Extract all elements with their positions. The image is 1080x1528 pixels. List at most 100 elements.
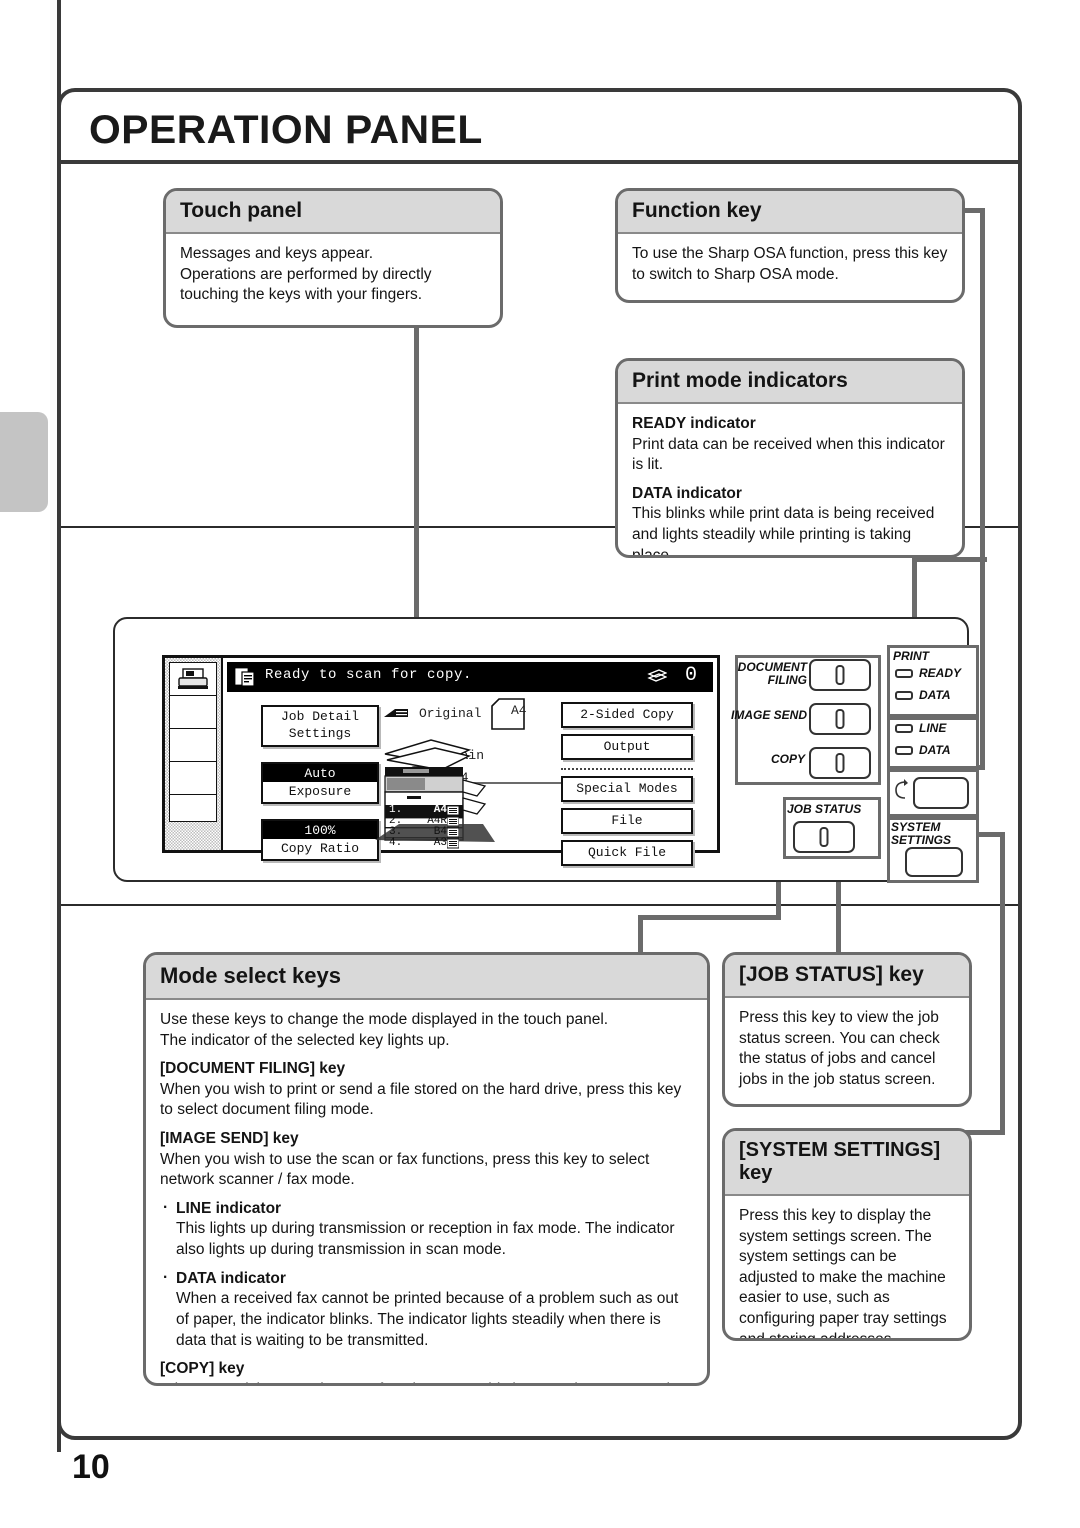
key-quick-file[interactable]: Quick File — [561, 840, 693, 866]
tray-number: 4. — [389, 837, 403, 849]
chapter-tab-marker — [0, 412, 48, 512]
doc-filing-key-title: [DOCUMENT FILING] key — [160, 1060, 346, 1078]
side-tab-2[interactable] — [170, 696, 216, 729]
label-copy-text: COPY — [770, 752, 805, 766]
tray-row: 4. A3 — [389, 838, 447, 849]
page-root: OPERATION PANEL Touch panel Messages and… — [0, 0, 1080, 1528]
label-job-status: JOB STATUS — [787, 802, 862, 816]
callout-print-mode-indicators: Print mode indicators READY indicator Pr… — [615, 358, 965, 558]
copy-key[interactable] — [809, 747, 871, 779]
doc-filing-key-body: When you wish to print or send a file st… — [160, 1080, 682, 1119]
label-document-filing: DOCUMENT FILING — [729, 661, 807, 686]
function-key[interactable] — [913, 777, 969, 809]
connector-function-key-h-top — [962, 208, 985, 213]
image-send-key[interactable] — [809, 703, 871, 735]
label-image-send-text: IMAGE SEND — [730, 708, 807, 722]
side-tab-3[interactable] — [170, 729, 216, 762]
operation-panel-illustration: Ready to scan for copy. 0 Job Detail Set… — [113, 617, 979, 883]
original-size: A4 — [511, 703, 527, 718]
copy-key-body: When you wish to use the copy function, … — [160, 1380, 693, 1383]
label-image-send: IMAGE SEND — [723, 709, 807, 722]
data-indicator-body: This blinks while print data is being re… — [632, 505, 935, 558]
copy-key-title: [COPY] key — [160, 1360, 245, 1378]
line-indicator-title: LINE indicator — [160, 1198, 693, 1220]
tray-list: 1. A4 2. A4R 3. B4 4. A3 — [389, 805, 447, 849]
key-file[interactable]: File — [561, 808, 693, 834]
callout-system-settings-heading: [SYSTEM SETTINGS] key — [725, 1131, 969, 1196]
soft-key-divider — [561, 768, 693, 770]
callout-mode-select-heading: Mode select keys — [146, 955, 707, 1000]
mode-intro-line2: The indicator of the selected key lights… — [160, 1031, 450, 1049]
key-job-detail-line1: Job Detail — [280, 709, 359, 724]
status-message: Ready to scan for copy. — [265, 667, 473, 683]
touch-screen[interactable]: Ready to scan for copy. 0 Job Detail Set… — [162, 655, 720, 866]
original-label: Original — [419, 706, 482, 721]
line-led — [895, 724, 913, 733]
callout-touch-panel-body: Messages and keys appear. Operations are… — [166, 234, 500, 318]
page-title: OPERATION PANEL — [89, 108, 483, 152]
key-2-sided-copy[interactable]: 2-Sided Copy — [561, 702, 693, 728]
section-rule-lower — [61, 904, 1018, 906]
key-auto-exposure-bottom: Exposure — [288, 784, 352, 799]
print-data-led — [895, 691, 913, 700]
ready-indicator-body: Print data can be received when this ind… — [632, 435, 945, 474]
callout-print-mode-body: READY indicator Print data can be receiv… — [618, 404, 962, 558]
touch-panel-line3: touching the keys with your fingers. — [180, 286, 423, 304]
connector-mode-keys-v-bottom — [638, 915, 643, 957]
key-copy-ratio[interactable]: 100% Copy Ratio — [261, 819, 379, 861]
label-print-text: PRINT — [893, 649, 929, 663]
key-job-detail-settings[interactable]: Job Detail Settings — [261, 705, 379, 747]
tray-icons — [446, 805, 460, 854]
callout-job-status-body: Press this key to view the job status sc… — [739, 1009, 940, 1088]
label-line: LINE — [919, 721, 947, 735]
callout-function-key-body: To use the Sharp OSA function, press thi… — [632, 245, 948, 283]
line-indicator-body: This lights up during transmission or re… — [176, 1220, 675, 1259]
copy-mode-icon — [235, 668, 255, 687]
send-data-indicator-title: DATA indicator — [160, 1268, 693, 1290]
label-print-ready: READY — [919, 666, 962, 680]
output-stack-icon — [647, 669, 667, 682]
system-settings-key[interactable] — [905, 847, 963, 877]
label-system-settings-l2: SETTINGS — [891, 832, 952, 847]
original-feed-icon — [384, 709, 408, 717]
callout-function-key-heading: Function key — [618, 191, 962, 234]
data-indicator-title: DATA indicator — [632, 484, 742, 502]
callout-function-key: Function key To use the Sharp OSA functi… — [615, 188, 965, 303]
callout-mode-select-keys: Mode select keys Use these keys to chang… — [143, 952, 710, 1386]
image-send-key-body: When you wish to use the scan or fax fun… — [160, 1150, 650, 1189]
side-tab-5[interactable] — [170, 795, 216, 827]
copy-count: 0 — [684, 664, 697, 687]
key-copy-ratio-bottom: Copy Ratio — [280, 841, 359, 856]
touch-screen-side-tabs[interactable] — [165, 658, 223, 850]
connector-mode-keys-h — [638, 915, 781, 920]
key-auto-exposure[interactable]: Auto Exposure — [261, 762, 379, 804]
key-special-modes[interactable]: Special Modes — [561, 776, 693, 802]
label-print: PRINT — [893, 650, 943, 663]
sharp-osa-arrow-icon — [895, 779, 908, 799]
label-copy: COPY — [747, 753, 805, 766]
key-output[interactable]: Output — [561, 734, 693, 760]
label-print-data: DATA — [919, 688, 951, 702]
label-system-settings: SYSTEM SETTINGS — [891, 821, 975, 846]
print-ready-led — [895, 669, 913, 678]
tray-size: A3 — [433, 837, 447, 849]
document-filing-key[interactable] — [809, 659, 871, 691]
callout-system-settings-key: [SYSTEM SETTINGS] key Press this key to … — [722, 1128, 972, 1341]
page-title-bar: OPERATION PANEL — [61, 92, 1018, 164]
side-tab-4[interactable] — [170, 762, 216, 795]
key-auto-exposure-top: Auto — [263, 764, 377, 782]
callout-job-status-key: [JOB STATUS] key Press this key to view … — [722, 952, 972, 1107]
machine-illustration: 1. A4 2. A4R 3. B4 4. A3 — [373, 720, 499, 849]
image-send-key-title: [IMAGE SEND] key — [160, 1130, 299, 1148]
ready-indicator-title: READY indicator — [632, 415, 756, 432]
callout-mode-select-body: Use these keys to change the mode displa… — [146, 1000, 707, 1383]
send-data-indicator-body: When a received fax cannot be printed be… — [176, 1290, 679, 1349]
touch-screen-main: Ready to scan for copy. 0 Job Detail Set… — [223, 658, 717, 866]
send-data-led — [895, 746, 913, 755]
callout-touch-panel: Touch panel Messages and keys appear. Op… — [163, 188, 503, 328]
callout-touch-panel-heading: Touch panel — [166, 191, 500, 234]
label-document-filing-l2: FILING — [767, 672, 807, 687]
job-status-key[interactable] — [793, 821, 855, 853]
key-copy-ratio-top: 100% — [263, 821, 377, 839]
touch-panel-line1: Messages and keys appear. — [180, 245, 374, 262]
